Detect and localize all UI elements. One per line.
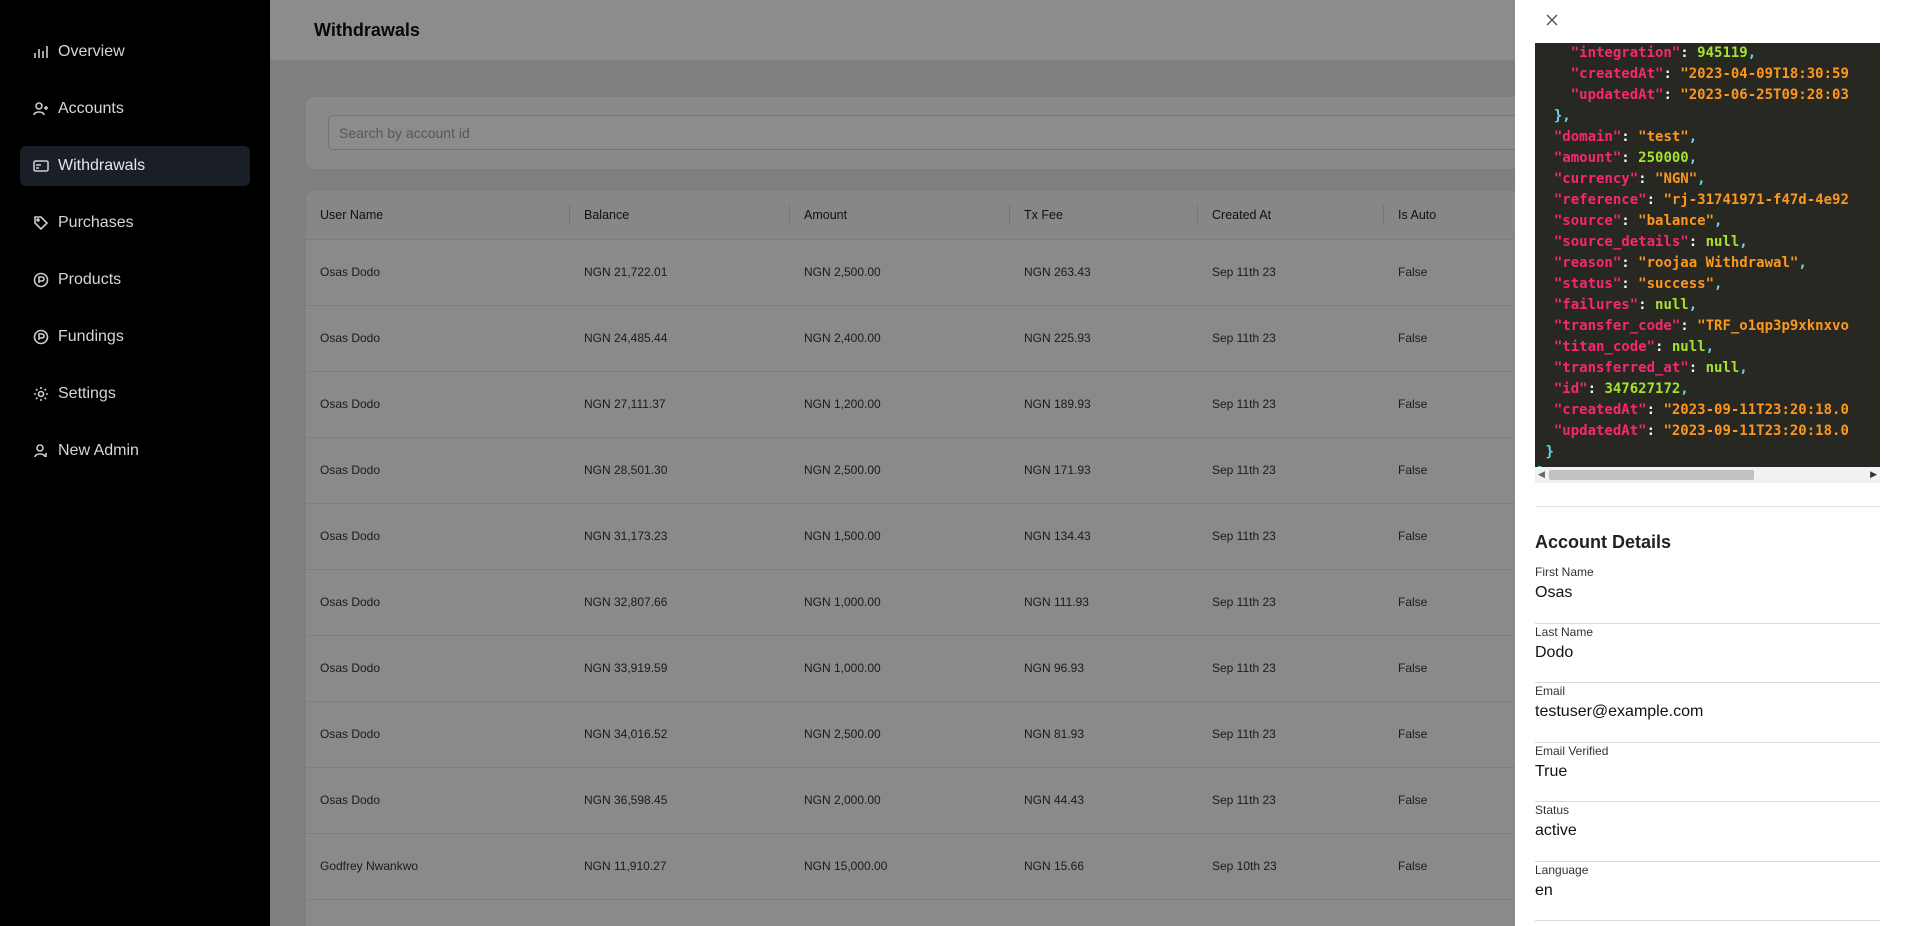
json-viewer[interactable]: "integration": 945119, "createdAt": "202… xyxy=(1535,43,1880,483)
sidebar-item-new-admin[interactable]: New Admin xyxy=(20,431,250,471)
code-line: "currency": "NGN", xyxy=(1553,171,1706,187)
code-line: "amount": 250000, xyxy=(1553,150,1698,166)
sidebar-item-label: Products xyxy=(58,271,122,288)
sidebar-item-products[interactable]: Products xyxy=(20,260,250,300)
account-field-language: Language en xyxy=(1535,862,1880,921)
sidebar: Overview Accounts Withdrawals Purchases Prod… xyxy=(0,0,270,926)
code-line: "updatedAt": "2023-09-11T23:20:18.0 xyxy=(1553,423,1849,439)
details-drawer: "integration": 945119, "createdAt": "202… xyxy=(1515,0,1906,926)
sidebar-item-label: Accounts xyxy=(58,100,124,117)
code-line: "updatedAt": "2023-06-25T09:28:03 xyxy=(1570,87,1849,103)
account-field-status: Status active xyxy=(1535,803,1880,862)
field-label: First Name xyxy=(1535,565,1594,579)
users-icon xyxy=(32,100,50,118)
code-line: }, xyxy=(1553,108,1571,124)
field-value: active xyxy=(1535,822,1577,839)
user-add-icon xyxy=(32,442,50,460)
account-field-email: Email testuser@example.com xyxy=(1535,684,1880,743)
field-label: Email Verified xyxy=(1535,743,1609,758)
field-label: Status xyxy=(1535,803,1570,817)
field-label: Last Name xyxy=(1535,624,1594,639)
field-value: en xyxy=(1535,881,1553,899)
code-line: "reason": "roojaa Withdrawal", xyxy=(1553,255,1807,271)
account-fields: First Name Osas Last Name Dodo Email testuser… xyxy=(1535,564,1880,921)
sidebar-item-label: New Admin xyxy=(58,442,139,459)
funding-circle-icon xyxy=(32,328,50,346)
code-line: "createdAt": "2023-04-09T18:30:59 xyxy=(1570,66,1849,82)
tag-icon xyxy=(32,214,50,232)
field-value: Dodo xyxy=(1535,643,1574,661)
field-value: True xyxy=(1535,762,1568,780)
close-button[interactable] xyxy=(1542,10,1562,30)
sidebar-item-fundings[interactable]: Fundings xyxy=(20,317,250,357)
code-line: "transferred_at": null, xyxy=(1553,360,1748,376)
code-line: "titan_code": null, xyxy=(1553,339,1715,355)
scroll-left-icon[interactable]: ◀ xyxy=(1538,469,1545,480)
sidebar-item-label: Overview xyxy=(58,43,125,60)
code-line: "transfer_code": "TRF_o1qp3p9xknxvo xyxy=(1553,318,1849,334)
field-label: Language xyxy=(1535,862,1589,877)
card-icon xyxy=(32,157,50,175)
field-value: Osas xyxy=(1535,584,1573,601)
close-icon xyxy=(1546,14,1558,26)
field-label: Email xyxy=(1535,684,1566,698)
product-circle-icon xyxy=(32,271,50,289)
sidebar-item-label: Purchases xyxy=(58,214,134,231)
code-line: "createdAt": "2023-09-11T23:20:18.0 xyxy=(1553,402,1849,418)
scrollbar-thumb[interactable] xyxy=(1549,470,1754,480)
code-line: "integration": 945119, xyxy=(1570,45,1757,61)
sidebar-item-purchases[interactable]: Purchases xyxy=(20,203,250,243)
sidebar-item-overview[interactable]: Overview xyxy=(20,32,250,72)
json-code: "integration": 945119, "createdAt": "202… xyxy=(1535,43,1880,483)
code-line: "id": 347627172, xyxy=(1553,381,1689,397)
bar-chart-icon xyxy=(32,43,50,61)
code-line: "source": "balance", xyxy=(1553,213,1723,229)
sidebar-item-accounts[interactable]: Accounts xyxy=(20,89,250,129)
sidebar-item-settings[interactable]: Settings xyxy=(20,374,250,414)
account-field-last-name: Last Name Dodo xyxy=(1535,624,1880,683)
sidebar-item-label: Withdrawals xyxy=(58,157,146,174)
account-field-first-name: First Name Osas xyxy=(1535,565,1880,624)
horizontal-scrollbar[interactable]: ◀ ▶ xyxy=(1535,467,1880,483)
code-line: "status": "success", xyxy=(1553,276,1723,292)
code-line: "domain": "test", xyxy=(1553,129,1698,145)
scroll-right-icon[interactable]: ▶ xyxy=(1870,469,1877,480)
code-line: "failures": null, xyxy=(1553,297,1698,313)
sidebar-item-withdrawals[interactable]: Withdrawals xyxy=(20,146,250,186)
account-field-email-verified: Email Verified True xyxy=(1535,743,1880,802)
sidebar-item-label: Settings xyxy=(58,385,116,402)
code-line: "source_details": null, xyxy=(1553,234,1748,250)
code-line: } xyxy=(1545,444,1554,460)
field-value: testuser@example.com xyxy=(1535,703,1704,720)
account-details-title: Account Details xyxy=(1535,532,1672,552)
sidebar-item-label: Fundings xyxy=(58,328,124,345)
code-line: "reference": "rj-31741971-f47d-4e92 xyxy=(1553,192,1849,208)
divider xyxy=(1535,506,1880,507)
gear-icon xyxy=(32,385,50,403)
